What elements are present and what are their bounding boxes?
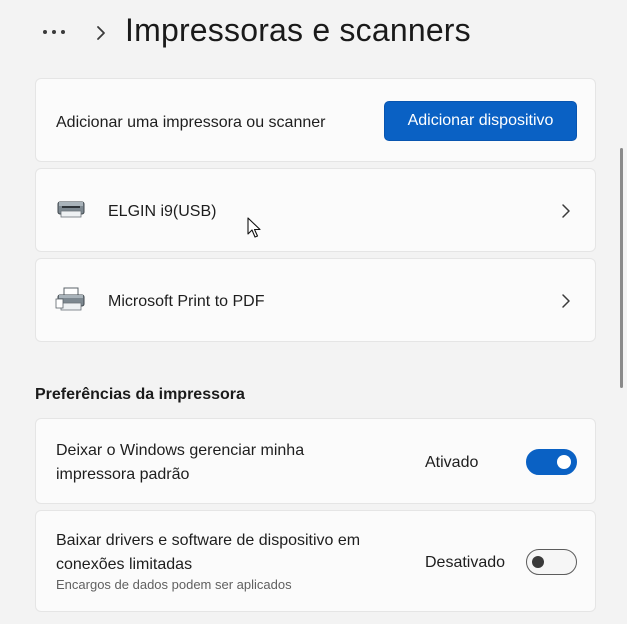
printers-scanners-page: Impressoras e scanners Adicionar uma imp… (0, 0, 627, 624)
toggle-state-label: Ativado (425, 454, 479, 471)
device-name: Microsoft Print to PDF (108, 293, 265, 310)
mouse-pointer-icon (247, 217, 261, 238)
dot (61, 30, 65, 34)
chevron-right-icon (562, 294, 570, 308)
dot (43, 30, 47, 34)
printer-icon (57, 201, 85, 218)
add-printer-card: Adicionar uma impressora ou scanner Adic… (35, 78, 596, 162)
scrollbar[interactable] (619, 78, 623, 388)
toggle-knob (532, 556, 544, 568)
chevron-right-icon (562, 204, 570, 218)
chevron-right-icon (97, 26, 105, 40)
device-name: ELGIN i9(USB) (108, 203, 217, 220)
pref-manage-default-printer: Deixar o Windows gerenciar minha impress… (35, 418, 596, 504)
more-horizontal-icon[interactable] (34, 20, 74, 44)
section-heading: Preferências da impressora (35, 386, 245, 403)
add-device-button[interactable]: Adicionar dispositivo (384, 101, 577, 141)
device-item-print-to-pdf[interactable]: Microsoft Print to PDF (35, 258, 596, 342)
add-printer-label: Adicionar uma impressora ou scanner (56, 114, 326, 131)
toggle-knob (557, 455, 571, 469)
dot (52, 30, 56, 34)
scroll-thumb[interactable] (620, 148, 623, 388)
page-title: Impressoras e scanners (125, 12, 471, 48)
toggle-state-label: Desativado (425, 554, 506, 571)
metered-downloads-toggle[interactable] (526, 549, 577, 575)
pref-metered-downloads: Baixar drivers e software de dispositivo… (35, 510, 596, 612)
pref-sublabel: Encargos de dados podem ser aplicados (56, 577, 292, 592)
pref-label: Baixar drivers e software de dispositivo… (56, 532, 361, 573)
pref-label: Deixar o Windows gerenciar minha impress… (56, 442, 305, 483)
header-breadcrumb: Impressoras e scanners (0, 0, 627, 70)
device-item-elgin[interactable]: ELGIN i9(USB) (35, 168, 596, 252)
default-printer-toggle[interactable] (526, 449, 577, 475)
pdf-printer-icon (55, 287, 85, 311)
